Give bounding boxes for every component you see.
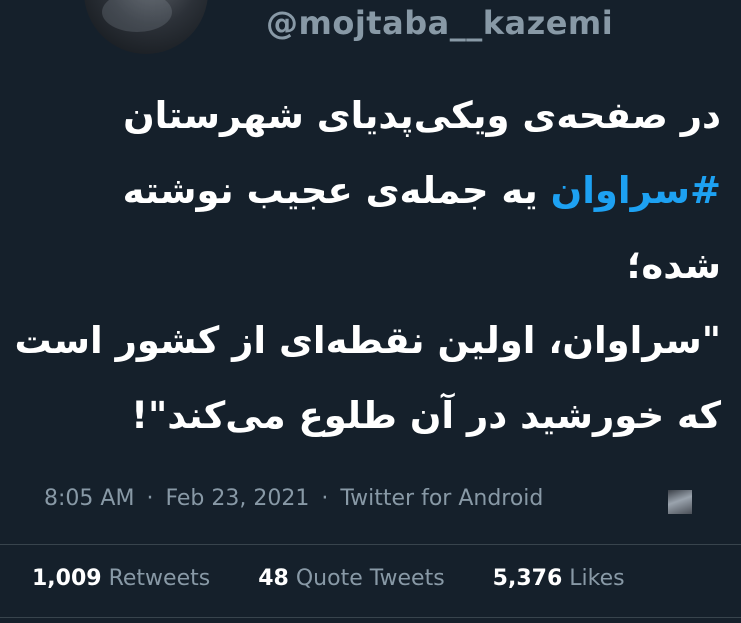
tweet-time[interactable]: 8:05 AM [44,486,134,511]
tweet-line-4: "سراوان، اولین نقطه‌ای از کشور است [14,319,721,362]
tweet-stats: 1,009 Retweets 48 Quote Tweets 5,376 Lik… [32,566,625,591]
likes-label: Likes [569,566,625,591]
quote-tweets-count: 48 [258,566,289,591]
hashtag-link[interactable]: #سراوان [551,169,721,212]
meta-separator: · [321,486,329,511]
tweet-source[interactable]: Twitter for Android [340,486,543,511]
tweet-line-3: شده؛ [626,244,721,287]
divider-top [0,544,741,545]
quote-tweets-label: Quote Tweets [295,566,445,591]
tweet-body: در صفحه‌ی ویکی‌پدیای شهرستان #سراوان یه … [14,78,721,453]
small-avatar-thumbnail[interactable] [668,490,692,514]
tweet-line-5: که خورشید در آن طلوع می‌کند"! [131,394,721,437]
avatar-image-detail [102,0,172,32]
tweet-line-2-text: یه جمله‌ی عجیب نوشته [122,169,551,212]
divider-bottom [0,617,741,618]
tweet-line-1: در صفحه‌ی ویکی‌پدیای شهرستان [123,94,721,137]
retweets-stat[interactable]: 1,009 Retweets [32,566,210,591]
author-handle[interactable]: @mojtaba__kazemi [266,4,613,42]
retweets-count: 1,009 [32,566,102,591]
tweet-meta: 8:05 AM · Feb 23, 2021 · Twitter for And… [44,486,543,511]
likes-stat[interactable]: 5,376 Likes [493,566,625,591]
author-avatar[interactable] [84,0,208,54]
quote-tweets-stat[interactable]: 48 Quote Tweets [258,566,444,591]
tweet-line-2: #سراوان یه جمله‌ی عجیب نوشته [21,153,721,228]
retweets-label: Retweets [108,566,211,591]
likes-count: 5,376 [492,566,563,591]
meta-separator: · [146,486,154,511]
tweet-date[interactable]: Feb 23, 2021 [165,486,309,511]
